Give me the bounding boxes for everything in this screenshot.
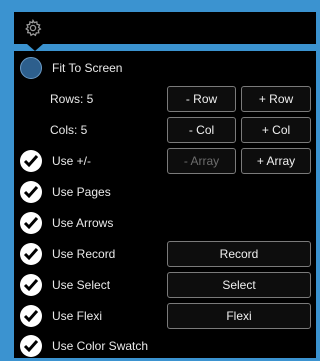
- rows-count-label: Rows: 5: [50, 92, 94, 106]
- gear-icon[interactable]: [23, 18, 43, 38]
- remove-row-button[interactable]: - Row: [167, 86, 236, 112]
- use-select-label: Use Select: [52, 278, 111, 292]
- remove-col-button[interactable]: - Col: [167, 117, 236, 143]
- fit-to-screen-row[interactable]: Fit To Screen: [14, 53, 316, 83]
- fit-to-screen-label: Fit To Screen: [52, 61, 123, 75]
- checkmark-icon: [23, 279, 39, 292]
- use-color-swatch-label: Use Color Swatch: [52, 339, 149, 353]
- use-color-swatch-checkbox[interactable]: [20, 335, 42, 357]
- use-record-checkbox[interactable]: [20, 243, 42, 265]
- use-plus-minus-checkbox[interactable]: [20, 150, 42, 172]
- use-record-label: Use Record: [52, 247, 116, 261]
- add-array-button[interactable]: + Array: [241, 148, 311, 174]
- use-flexi-checkbox[interactable]: [20, 305, 42, 327]
- use-plus-minus-label: Use +/-: [52, 154, 92, 168]
- checkmark-icon: [23, 310, 39, 323]
- rows-row: Rows: 5 - Row + Row: [14, 84, 316, 114]
- popover-pointer: [27, 44, 43, 51]
- use-pages-label: Use Pages: [52, 185, 111, 199]
- checkmark-icon: [23, 217, 39, 230]
- use-arrows-label: Use Arrows: [52, 216, 114, 230]
- use-pages-checkbox[interactable]: [20, 181, 42, 203]
- checkmark-icon: [23, 155, 39, 168]
- cols-count-label: Cols: 5: [50, 123, 88, 137]
- checkmark-icon: [23, 248, 39, 261]
- add-col-button[interactable]: + Col: [241, 117, 311, 143]
- add-row-button[interactable]: + Row: [241, 86, 311, 112]
- use-plus-minus-row[interactable]: Use +/- - Array + Array: [14, 146, 316, 176]
- record-button[interactable]: Record: [167, 241, 311, 267]
- cols-row: Cols: 5 - Col + Col: [14, 115, 316, 145]
- use-arrows-checkbox[interactable]: [20, 212, 42, 234]
- use-select-row[interactable]: Use Select Select: [14, 270, 316, 300]
- use-flexi-row[interactable]: Use Flexi Flexi: [14, 301, 316, 331]
- select-button[interactable]: Select: [167, 272, 311, 298]
- checkmark-icon: [23, 340, 39, 353]
- use-arrows-row[interactable]: Use Arrows: [14, 208, 316, 238]
- use-record-row[interactable]: Use Record Record: [14, 239, 316, 269]
- checkmark-icon: [23, 186, 39, 199]
- use-select-checkbox[interactable]: [20, 274, 42, 296]
- settings-panel: Fit To Screen Rows: 5 - Row + Row Cols: …: [14, 51, 316, 358]
- use-color-swatch-row[interactable]: Use Color Swatch: [14, 331, 316, 361]
- fit-to-screen-checkbox[interactable]: [20, 57, 42, 79]
- remove-array-button[interactable]: - Array: [167, 148, 236, 174]
- header-bar: [14, 12, 316, 44]
- use-pages-row[interactable]: Use Pages: [14, 177, 316, 207]
- use-flexi-label: Use Flexi: [52, 309, 103, 323]
- flexi-button[interactable]: Flexi: [167, 303, 311, 329]
